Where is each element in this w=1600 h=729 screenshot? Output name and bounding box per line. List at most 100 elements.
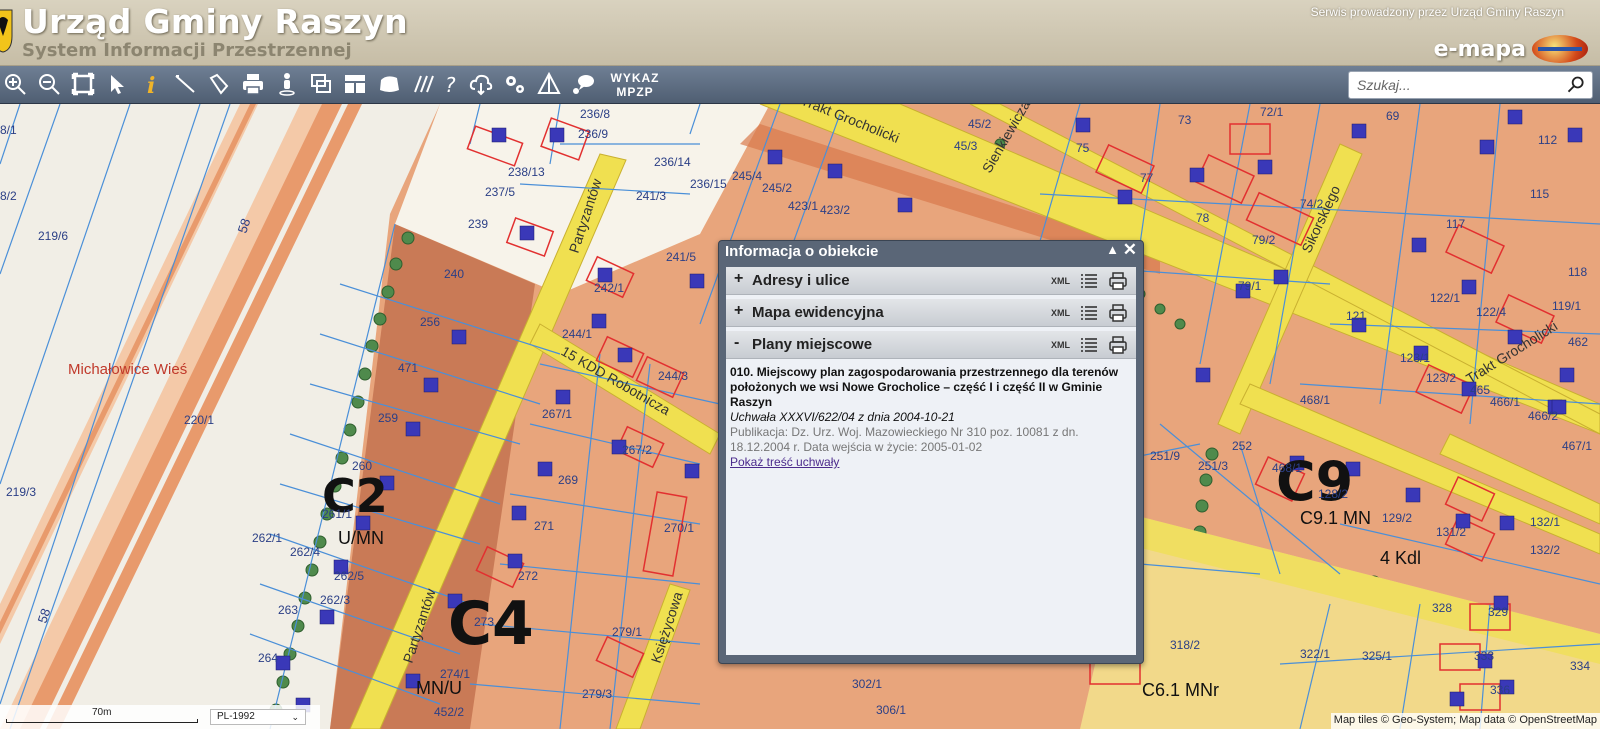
- svg-text:8/1: 8/1: [0, 123, 17, 137]
- section-mapa-ewidencyjna[interactable]: + Mapa ewidencyjna XML: [726, 299, 1136, 327]
- collapse-section-icon[interactable]: -: [734, 334, 739, 352]
- street-view-icon[interactable]: [272, 69, 302, 99]
- svg-text:i: i: [147, 73, 155, 96]
- zone-label-c9: C9: [1276, 450, 1353, 513]
- panel-title: Informacja o obiekcie: [725, 243, 879, 260]
- emapa-brand-text: e-mapa: [1433, 36, 1526, 62]
- svg-text:131/2: 131/2: [1436, 525, 1466, 539]
- svg-text:72/1: 72/1: [1260, 105, 1284, 119]
- print-icon[interactable]: [1108, 271, 1128, 291]
- list-icon[interactable]: [1080, 336, 1098, 354]
- show-resolution-link[interactable]: Pokaż treść uchwały: [730, 455, 839, 469]
- svg-text:220/1: 220/1: [184, 413, 214, 427]
- svg-text:328: 328: [1432, 601, 1452, 615]
- measure-distance-icon[interactable]: [170, 69, 200, 99]
- layout-icon[interactable]: [340, 69, 370, 99]
- svg-text:C9.1 MN: C9.1 MN: [1300, 508, 1371, 528]
- svg-text:123/1: 123/1: [1400, 351, 1430, 365]
- xml-export-button[interactable]: XML: [1051, 340, 1070, 350]
- section-label[interactable]: Mapa ewidencyjna: [752, 304, 884, 321]
- panel-body: + Adresy i ulice XML + Mapa ewidencyjna …: [726, 267, 1136, 655]
- collapse-icon[interactable]: ▲: [1106, 242, 1119, 257]
- svg-text:271: 271: [534, 519, 554, 533]
- svg-text:245/2: 245/2: [762, 181, 792, 195]
- svg-text:238/13: 238/13: [508, 165, 545, 179]
- svg-text:245/4: 245/4: [732, 169, 762, 183]
- print-icon[interactable]: [238, 69, 268, 99]
- layers-icon[interactable]: [306, 69, 336, 99]
- svg-text:452/2: 452/2: [434, 705, 464, 719]
- svg-text:272: 272: [518, 569, 538, 583]
- svg-text:129/2: 129/2: [1382, 511, 1412, 525]
- xml-export-button[interactable]: XML: [1051, 308, 1070, 318]
- svg-text:244/3: 244/3: [658, 369, 688, 383]
- expand-icon[interactable]: +: [734, 270, 743, 288]
- svg-text:466/2: 466/2: [1528, 409, 1558, 423]
- svg-text:75: 75: [1076, 141, 1090, 155]
- map-attribution: Map tiles © Geo-System; Map data © OpenS…: [1330, 713, 1600, 729]
- search-icon[interactable]: [1566, 75, 1586, 95]
- xml-export-button[interactable]: XML: [1051, 276, 1070, 286]
- svg-text:262/4: 262/4: [290, 545, 320, 559]
- svg-text:4 Kdl: 4 Kdl: [1380, 548, 1421, 568]
- svg-text:325/1: 325/1: [1362, 649, 1392, 663]
- zoom-out-icon[interactable]: [34, 69, 64, 99]
- svg-text:118: 118: [1568, 265, 1587, 279]
- svg-text:251/9: 251/9: [1150, 449, 1180, 463]
- svg-text:336: 336: [1490, 683, 1510, 697]
- svg-text:73: 73: [1178, 113, 1192, 127]
- section-plany-miejscowe[interactable]: - Plany miejscowe XML: [726, 331, 1136, 359]
- svg-text:256: 256: [420, 315, 440, 329]
- emapa-logo[interactable]: e-mapa: [1434, 34, 1588, 64]
- hatch-icon[interactable]: [408, 69, 438, 99]
- svg-text:119/1: 119/1: [1552, 299, 1581, 313]
- svg-text:115: 115: [1530, 187, 1549, 201]
- zoom-extent-icon[interactable]: [68, 69, 98, 99]
- svg-text:77: 77: [1140, 171, 1154, 185]
- crs-select[interactable]: PL-1992 ⌄: [210, 709, 306, 725]
- app-title: Urząd Gminy Raszyn: [22, 2, 408, 41]
- svg-text:U/MN: U/MN: [338, 528, 384, 548]
- section-label[interactable]: Adresy i ulice: [752, 272, 850, 289]
- print-icon[interactable]: [1108, 303, 1128, 323]
- expand-icon[interactable]: +: [734, 302, 743, 320]
- pointer-icon[interactable]: [102, 69, 132, 99]
- svg-text:241/5: 241/5: [666, 250, 696, 264]
- svg-text:262/5: 262/5: [334, 569, 364, 583]
- close-icon[interactable]: ✕: [1123, 240, 1137, 260]
- comment-icon[interactable]: [568, 69, 598, 99]
- svg-text:239: 239: [468, 217, 488, 231]
- section-adresy-i-ulice[interactable]: + Adresy i ulice XML: [726, 267, 1136, 295]
- svg-text:252: 252: [1232, 439, 1252, 453]
- svg-text:45/2: 45/2: [968, 117, 992, 131]
- triangle-icon[interactable]: [534, 69, 564, 99]
- list-icon[interactable]: [1080, 304, 1098, 322]
- zoom-in-icon[interactable]: [0, 69, 30, 99]
- svg-text:78: 78: [1196, 211, 1210, 225]
- print-icon[interactable]: [1108, 335, 1128, 355]
- svg-text:274/1: 274/1: [440, 667, 470, 681]
- svg-text:423/1: 423/1: [788, 199, 818, 213]
- svg-text:236/14: 236/14: [654, 155, 691, 169]
- cloud-icon[interactable]: [466, 69, 496, 99]
- svg-text:241/3: 241/3: [636, 189, 666, 203]
- svg-text:132/1: 132/1: [1530, 515, 1560, 529]
- svg-text:242/1: 242/1: [594, 281, 624, 295]
- list-icon[interactable]: [1080, 272, 1098, 290]
- svg-text:79/2: 79/2: [1252, 233, 1276, 247]
- section-label[interactable]: Plany miejscowe: [752, 336, 872, 353]
- svg-text:236/15: 236/15: [690, 177, 727, 191]
- svg-text:45/3: 45/3: [954, 139, 978, 153]
- measure-area-icon[interactable]: [204, 69, 234, 99]
- svg-text:8/2: 8/2: [0, 189, 17, 203]
- wykaz-mpzp-button[interactable]: WYKAZ MPZP: [604, 71, 666, 99]
- svg-text:279/1: 279/1: [612, 625, 642, 639]
- place-name-label: Michałowice Wieś: [68, 361, 187, 378]
- help-icon[interactable]: ?: [436, 69, 466, 99]
- polygon-icon[interactable]: [374, 69, 404, 99]
- search-input[interactable]: [1357, 75, 1557, 95]
- settings-icon[interactable]: [500, 69, 530, 99]
- svg-text:465: 465: [1470, 383, 1490, 397]
- svg-text:236/8: 236/8: [580, 107, 610, 121]
- info-icon[interactable]: i: [136, 69, 166, 99]
